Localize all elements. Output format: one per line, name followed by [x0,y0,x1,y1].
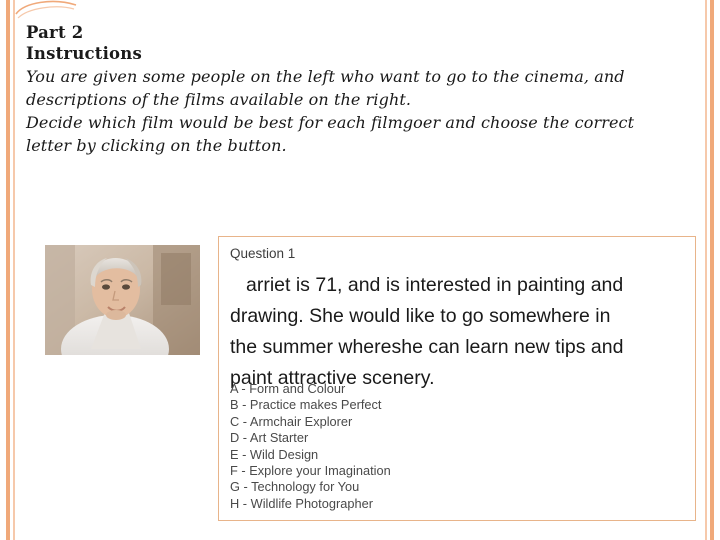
question-text-line-3: the summer whereshe can learn new tips a… [230,336,624,358]
instructions-line-2: descriptions of the films available on t… [26,90,412,109]
answer-options-list: A - Form and Colour B - Practice makes P… [230,381,670,512]
right-outer-accent-bar [710,0,714,540]
answer-option-e[interactable]: E - Wild Design [230,447,670,463]
question-label: Question 1 [230,246,296,261]
answer-option-g[interactable]: G - Technology for You [230,479,670,495]
answer-option-c[interactable]: C - Armchair Explorer [230,414,670,430]
instructions-heading: Instructions [26,44,142,63]
filmgoer-photo [45,245,200,355]
answer-option-d[interactable]: D - Art Starter [230,430,670,446]
answer-option-a[interactable]: A - Form and Colour [230,381,670,397]
answer-option-h[interactable]: H - Wildlife Photographer [230,496,670,512]
slide: Part 2 Instructions You are given some p… [0,0,720,540]
right-inner-accent-bar [705,0,707,540]
instructions-line-3: Decide which film would be best for each… [26,113,635,132]
page-title: Part 2 [26,23,84,42]
instructions-text: You are given some people on the left wh… [26,65,698,157]
answer-option-b[interactable]: B - Practice makes Perfect [230,397,670,413]
question-text-line-1: arriet is 71, and is interested in paint… [246,274,624,296]
question-text-line-2: drawing. She would like to go somewhere … [230,305,611,327]
swoosh-decoration-icon [14,0,84,22]
header-block: Part 2 Instructions You are given some p… [26,22,698,157]
question-box: Question 1 arriet is 71, and is interest… [218,236,696,521]
left-inner-accent-bar [13,0,15,540]
question-text: arriet is 71, and is interested in paint… [230,270,690,394]
instructions-line-1: You are given some people on the left wh… [26,67,625,86]
left-outer-accent-bar [6,0,10,540]
instructions-line-4: letter by clicking on the button. [26,136,287,155]
answer-option-f[interactable]: F - Explore your Imagination [230,463,670,479]
